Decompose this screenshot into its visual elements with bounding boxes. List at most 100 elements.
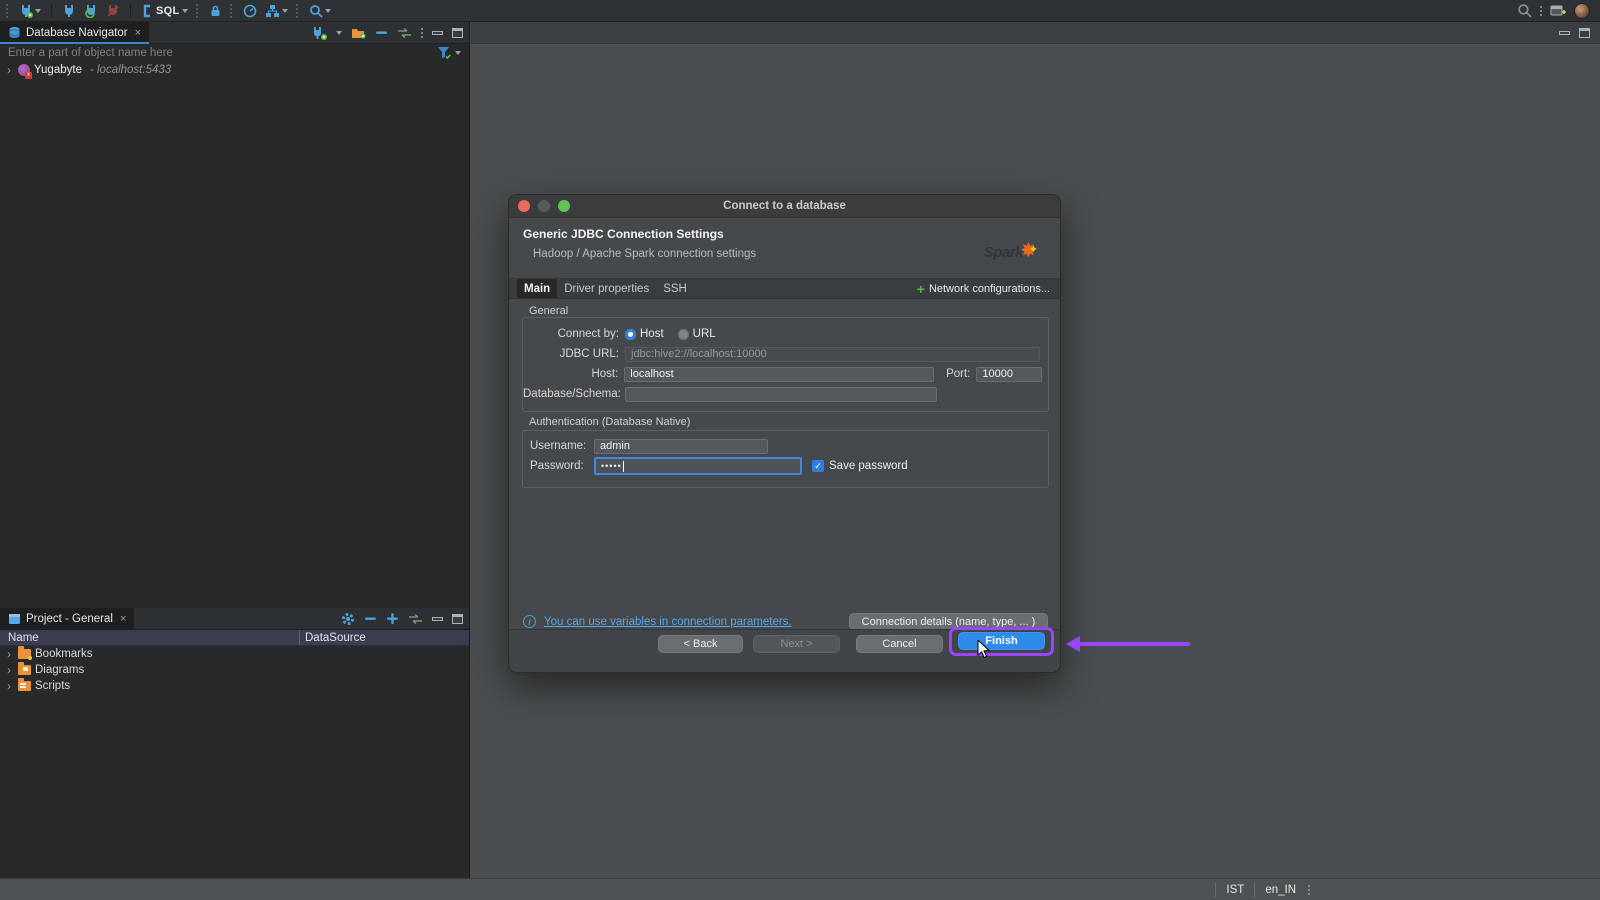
project-column-header[interactable]: Name DataSource	[0, 630, 469, 646]
expand-all-icon[interactable]	[386, 612, 399, 625]
column-name[interactable]: Name	[0, 630, 300, 645]
variables-link[interactable]: You can use variables in connection para…	[544, 616, 792, 628]
minimize-panel-icon[interactable]	[432, 31, 443, 35]
connection-name: Yugabyte	[34, 64, 82, 76]
expand-chevron-icon[interactable]: ›	[4, 665, 14, 675]
reconnect-button[interactable]	[82, 3, 100, 19]
host-radio-label[interactable]: Host	[640, 328, 664, 340]
save-password-checkbox[interactable]: ✓	[812, 460, 824, 472]
tab-ssh[interactable]: SSH	[656, 279, 694, 298]
maximize-panel-icon[interactable]	[452, 28, 463, 38]
tab-project-general[interactable]: Project - General ×	[0, 608, 134, 629]
spark-star-icon: ✸✦	[1020, 244, 1046, 261]
close-icon[interactable]: ×	[120, 613, 126, 625]
password-field[interactable]: •••••	[594, 457, 802, 475]
password-row: Password: ••••• ✓ Save password	[523, 456, 1048, 476]
collapse-all-icon[interactable]	[364, 612, 377, 625]
filter-icon[interactable]	[437, 46, 452, 60]
plus-icon: +	[917, 281, 925, 297]
new-folder-icon[interactable]	[351, 26, 366, 39]
navigator-toolbar	[312, 22, 469, 43]
object-filter-input[interactable]: Enter a part of object name here	[8, 47, 173, 59]
statusbar-menu-icon[interactable]	[1308, 885, 1310, 895]
host-field[interactable]: localhost	[624, 367, 934, 382]
dialog-heading: Generic JDBC Connection Settings	[523, 227, 1046, 241]
dashboard-button[interactable]	[241, 3, 259, 19]
link-editor-icon[interactable]	[408, 613, 423, 625]
database-navigator-panel: Database Navigator × Enter a part of obj…	[0, 22, 469, 78]
plug-icon	[62, 4, 76, 18]
locale-indicator[interactable]: en_IN	[1254, 883, 1306, 897]
search-metadata-button[interactable]	[307, 3, 333, 19]
close-icon[interactable]: ×	[135, 27, 141, 39]
new-connection-icon[interactable]	[312, 26, 327, 40]
expand-chevron-icon[interactable]: ›	[4, 65, 14, 75]
database-schema-row: Database/Schema:	[523, 384, 1048, 404]
network-configurations-button[interactable]: + Network configurations...	[917, 279, 1060, 298]
port-field[interactable]: 10000	[976, 367, 1042, 382]
project-item-bookmarks[interactable]: › Bookmarks	[0, 646, 469, 662]
minimize-editor-icon[interactable]	[1559, 31, 1570, 35]
user-avatar[interactable]	[1574, 3, 1590, 19]
password-label: Password:	[530, 460, 594, 472]
port-label: Port:	[946, 368, 970, 380]
tab-main[interactable]: Main	[517, 279, 557, 298]
host-label: Host:	[523, 368, 618, 380]
jdbc-url-field: jdbc:hive2://localhost:10000	[625, 347, 1040, 362]
toolbar-grip	[230, 4, 235, 18]
toolbar-grip	[6, 4, 11, 18]
dialog-title: Connect to a database	[509, 200, 1060, 212]
dialog-body: General Connect by: Host URL JDBC URL: j…	[509, 299, 1060, 631]
network-icon	[265, 4, 280, 18]
save-password-label[interactable]: Save password	[829, 460, 908, 472]
tab-database-navigator[interactable]: Database Navigator ×	[0, 22, 149, 43]
database-schema-field[interactable]	[625, 387, 937, 402]
network-configurations-label: Network configurations...	[929, 283, 1050, 295]
url-radio-label[interactable]: URL	[693, 328, 716, 340]
chevron-down-icon	[35, 9, 41, 13]
connection-tree-item[interactable]: › Yugabyte - localhost:5433	[0, 62, 469, 78]
host-radio[interactable]	[625, 329, 636, 340]
database-schema-label: Database/Schema:	[523, 388, 619, 400]
maximize-panel-icon[interactable]	[452, 614, 463, 624]
tab-driver-properties[interactable]: Driver properties	[557, 279, 656, 298]
new-connection-button[interactable]	[17, 3, 43, 19]
url-radio[interactable]	[678, 329, 689, 340]
left-panel-column: Database Navigator × Enter a part of obj…	[0, 22, 470, 878]
cancel-button[interactable]: Cancel	[856, 635, 943, 653]
expand-chevron-icon[interactable]: ›	[4, 681, 14, 691]
project-item-diagrams[interactable]: › Diagrams	[0, 662, 469, 678]
yugabyte-database-icon	[18, 64, 30, 76]
tab-label: Database Navigator	[26, 27, 128, 39]
toolbar-separator	[130, 4, 131, 18]
expand-chevron-icon[interactable]: ›	[4, 649, 14, 659]
project-panel: Project - General × Name DataSource › Bo…	[0, 608, 469, 694]
disconnect-button[interactable]	[104, 3, 122, 19]
collapse-all-icon[interactable]	[375, 26, 388, 39]
project-item-scripts[interactable]: › Scripts	[0, 678, 469, 694]
chevron-down-icon	[325, 9, 331, 13]
sql-editor-button[interactable]: SQL	[139, 3, 190, 19]
settings-gear-icon[interactable]	[341, 612, 355, 626]
link-editor-icon[interactable]	[397, 27, 412, 39]
timezone-indicator[interactable]: IST	[1215, 883, 1254, 897]
column-datasource[interactable]: DataSource	[300, 632, 366, 644]
global-search-icon[interactable]	[1517, 3, 1532, 18]
item-label: Scripts	[35, 680, 70, 692]
next-button[interactable]: Next >	[753, 635, 840, 653]
minimize-panel-icon[interactable]	[432, 617, 443, 621]
maximize-editor-icon[interactable]	[1579, 28, 1590, 38]
search-icon	[309, 4, 323, 18]
username-field[interactable]: admin	[594, 439, 768, 454]
topology-button[interactable]	[263, 3, 290, 19]
view-menu-icon[interactable]	[421, 28, 423, 38]
tab-label: Project - General	[26, 613, 113, 625]
finish-button[interactable]: Finish	[958, 632, 1045, 650]
overflow-menu-icon[interactable]	[1540, 6, 1542, 16]
dialog-tabbar: Main Driver properties SSH + Network con…	[509, 278, 1060, 299]
back-button[interactable]: < Back	[658, 635, 743, 653]
lock-button[interactable]	[207, 3, 224, 19]
connect-button[interactable]	[60, 3, 78, 19]
dialog-titlebar[interactable]: Connect to a database	[509, 195, 1060, 218]
new-window-icon[interactable]	[1550, 4, 1566, 18]
